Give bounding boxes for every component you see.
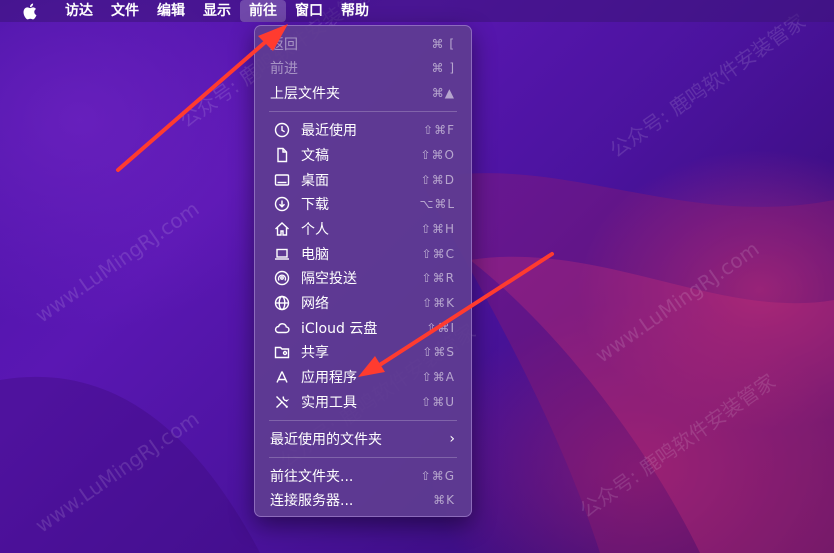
menu-item-label: 连接服务器... (270, 493, 354, 509)
menu-item-shortcut: ⇧⌘G (420, 469, 455, 483)
laptop-icon (273, 245, 291, 263)
menu-item-computer[interactable]: 电脑 ⇧⌘C (261, 242, 465, 266)
menu-item-downloads[interactable]: 下载 ⌥⌘L (261, 192, 465, 216)
apple-menu-icon[interactable] (22, 2, 38, 20)
menu-item-label: 返回 (270, 37, 298, 53)
menu-item-shortcut: ⌘ ] (431, 61, 455, 75)
menu-item-shortcut: ⌘ [ (431, 37, 455, 51)
watermark-text: 公众号: 鹿鸣软件安装管家 (575, 369, 780, 523)
menu-item-go-to-folder[interactable]: 前往文件夹... ⇧⌘G (261, 464, 465, 488)
menu-item-shortcut: ⇧⌘O (420, 148, 455, 162)
menu-item-home[interactable]: 个人 ⇧⌘H (261, 217, 465, 241)
watermark-text: 公众号: 鹿鸣软件安装管家 (605, 9, 810, 163)
menu-item-label: 下载 (301, 197, 329, 213)
clock-icon (273, 121, 291, 139)
menu-item-shortcut: ⇧⌘D (420, 173, 455, 187)
go-menu: 返回 ⌘ [ 前进 ⌘ ] 上层文件夹 ⌘▲ 最近使用 ⇧⌘F 文稿 ⇧⌘O 桌… (254, 25, 472, 517)
menubar-finder[interactable]: 访达 (56, 0, 102, 22)
menu-item-shortcut: ⌘K (433, 493, 455, 507)
menu-item-connect-server[interactable]: 连接服务器... ⌘K (261, 488, 465, 512)
menu-item-label: 前进 (270, 61, 298, 77)
menu-item-forward[interactable]: 前进 ⌘ ] (261, 56, 465, 80)
menubar-edit[interactable]: 编辑 (148, 0, 194, 22)
menu-item-shortcut: ⌥⌘L (419, 197, 455, 211)
watermark-url: www.LuMingRJ.com (30, 406, 204, 538)
menu-item-shortcut: ⇧⌘K (422, 296, 455, 310)
document-icon (273, 146, 291, 164)
menu-item-icloud-drive[interactable]: iCloud 云盘 ⇧⌘I (261, 316, 465, 340)
menubar-file[interactable]: 文件 (102, 0, 148, 22)
menu-item-label: 隔空投送 (301, 271, 357, 287)
menubar-go[interactable]: 前往 (240, 0, 286, 22)
home-icon (273, 220, 291, 238)
menubar-window[interactable]: 窗口 (286, 0, 332, 22)
menu-item-utilities[interactable]: 实用工具 ⇧⌘U (261, 390, 465, 414)
menu-bar: 访达 文件 编辑 显示 前往 窗口 帮助 (0, 0, 834, 22)
menu-item-shortcut: ⇧⌘R (421, 271, 455, 285)
menubar-help[interactable]: 帮助 (332, 0, 378, 22)
menu-item-shortcut: ⇧⌘C (421, 247, 455, 261)
watermark-url: www.LuMingRJ.com (30, 196, 204, 328)
desktop-icon (273, 171, 291, 189)
arrow-shaft (116, 36, 272, 172)
menu-item-shortcut: ⇧⌘I (426, 321, 455, 335)
menu-item-shortcut: ⇧⌘S (422, 345, 455, 359)
applications-icon (273, 368, 291, 386)
menu-item-applications[interactable]: 应用程序 ⇧⌘A (261, 365, 465, 389)
menu-item-label: 实用工具 (301, 395, 357, 411)
menu-item-label: 共享 (301, 345, 329, 361)
menubar-view[interactable]: 显示 (194, 0, 240, 22)
menu-item-back[interactable]: 返回 ⌘ [ (261, 32, 465, 56)
menu-item-shortcut: ⌘▲ (431, 86, 455, 100)
menu-item-label: iCloud 云盘 (301, 321, 378, 337)
menu-item-desktop[interactable]: 桌面 ⇧⌘D (261, 168, 465, 192)
menu-item-enclosing-folder[interactable]: 上层文件夹 ⌘▲ (261, 81, 465, 105)
menu-item-recent-folders[interactable]: 最近使用的文件夹 › (261, 427, 465, 451)
menu-item-recents[interactable]: 最近使用 ⇧⌘F (261, 118, 465, 142)
menu-separator (269, 420, 457, 421)
menu-item-label: 桌面 (301, 173, 329, 189)
menu-item-airdrop[interactable]: 隔空投送 ⇧⌘R (261, 266, 465, 290)
menu-item-label: 个人 (301, 222, 329, 238)
menu-item-label: 网络 (301, 296, 329, 312)
watermark-url: www.LuMingRJ.com (590, 236, 764, 368)
globe-icon (273, 294, 291, 312)
menu-item-label: 前往文件夹... (270, 469, 354, 485)
download-icon (273, 195, 291, 213)
menu-separator (269, 111, 457, 112)
menu-item-shortcut: ⇧⌘U (421, 395, 455, 409)
menu-item-shortcut: ⇧⌘A (421, 370, 455, 384)
chevron-right-icon: › (449, 431, 455, 447)
tools-icon (273, 393, 291, 411)
menu-item-label: 最近使用的文件夹 (270, 432, 382, 448)
shared-folder-icon (273, 343, 291, 361)
menu-separator (269, 457, 457, 458)
menu-item-documents[interactable]: 文稿 ⇧⌘O (261, 143, 465, 167)
menu-item-network[interactable]: 网络 ⇧⌘K (261, 291, 465, 315)
airdrop-icon (273, 269, 291, 287)
menu-item-shared[interactable]: 共享 ⇧⌘S (261, 340, 465, 364)
menu-item-label: 电脑 (301, 247, 329, 263)
menu-item-shortcut: ⇧⌘F (423, 123, 455, 137)
menu-item-label: 上层文件夹 (270, 86, 340, 102)
menu-item-label: 应用程序 (301, 370, 357, 386)
menu-item-label: 最近使用 (301, 123, 357, 139)
cloud-icon (273, 319, 291, 337)
menu-item-label: 文稿 (301, 148, 329, 164)
menu-item-shortcut: ⇧⌘H (420, 222, 455, 236)
